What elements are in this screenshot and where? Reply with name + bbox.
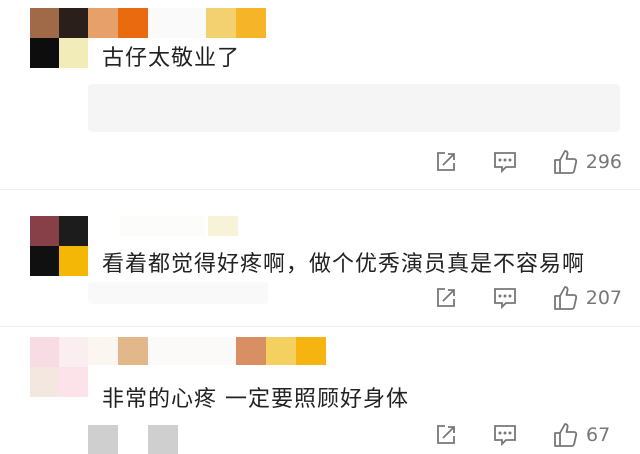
avatar[interactable] <box>30 216 88 276</box>
like-button[interactable]: 67 <box>552 422 622 448</box>
avatar-pixel <box>59 8 88 38</box>
avatar-pixel <box>59 216 88 246</box>
username-mosaic[interactable] <box>120 216 238 236</box>
reply-button[interactable] <box>492 286 518 310</box>
share-button[interactable] <box>434 150 458 174</box>
username-pixel <box>148 8 206 38</box>
thumbs-up-icon <box>553 150 577 174</box>
like-button[interactable]: 296 <box>552 149 622 175</box>
avatar-pixel <box>59 367 88 397</box>
username-pixel <box>236 8 266 38</box>
avatar-pixel <box>30 216 59 246</box>
reply-icon <box>493 288 516 310</box>
reply-icon <box>493 152 516 174</box>
avatar-pixel <box>59 246 88 276</box>
username-pixel <box>208 216 238 236</box>
comment-item: 古仔太敬业了 296 <box>0 0 640 190</box>
avatar-pixel <box>59 38 88 68</box>
comment-text: 看着都觉得好疼啊，做个优秀演员真是不容易啊 <box>102 252 586 277</box>
username-mosaic[interactable] <box>88 337 326 365</box>
username-pixel <box>118 8 148 38</box>
avatar-pixel <box>30 8 59 38</box>
avatar[interactable] <box>30 8 88 68</box>
share-icon <box>437 425 455 444</box>
username-mosaic[interactable] <box>88 8 268 38</box>
reply-button[interactable] <box>492 423 518 447</box>
comment-actions: 296 <box>400 148 622 176</box>
avatar-pixel <box>30 367 59 397</box>
blurred-reply-block <box>88 84 620 132</box>
like-count: 67 <box>586 424 611 446</box>
username-pixel <box>236 337 266 365</box>
reply-icon <box>494 425 516 447</box>
blurred-image-thumb[interactable] <box>88 425 118 454</box>
comment-actions: 67 <box>400 421 622 449</box>
username-pixel <box>88 8 118 38</box>
avatar[interactable] <box>30 337 88 397</box>
comment-text: 古仔太敬业了 <box>102 46 241 71</box>
reply-button[interactable] <box>492 150 518 174</box>
username-pixel <box>206 8 236 38</box>
thumbs-up-icon <box>553 286 577 310</box>
avatar-pixel <box>59 337 88 367</box>
username-pixel <box>120 216 206 236</box>
like-count: 296 <box>585 151 622 173</box>
comment-actions: 207 <box>400 284 622 312</box>
share-button[interactable] <box>434 423 458 447</box>
share-button[interactable] <box>434 286 458 310</box>
username-pixel <box>118 337 148 365</box>
avatar-pixel <box>30 38 59 68</box>
comment-item: 非常的心疼 一定要照顾好身体 67 <box>0 327 640 454</box>
username-pixel <box>266 337 296 365</box>
like-count: 207 <box>585 287 622 309</box>
username-pixel <box>296 337 326 365</box>
username-pixel <box>148 337 236 365</box>
username-pixel <box>88 337 118 365</box>
share-icon <box>436 288 455 307</box>
share-icon <box>436 152 455 171</box>
like-button[interactable]: 207 <box>552 285 622 311</box>
comment-item: 看着都觉得好疼啊，做个优秀演员真是不容易啊 207 <box>0 190 640 327</box>
blurred-image-thumb[interactable] <box>148 425 178 454</box>
thumbs-up-icon <box>554 423 578 447</box>
blurred-reply-block <box>88 282 268 304</box>
avatar-pixel <box>30 337 59 367</box>
avatar-pixel <box>30 246 59 276</box>
comment-text: 非常的心疼 一定要照顾好身体 <box>102 387 409 412</box>
